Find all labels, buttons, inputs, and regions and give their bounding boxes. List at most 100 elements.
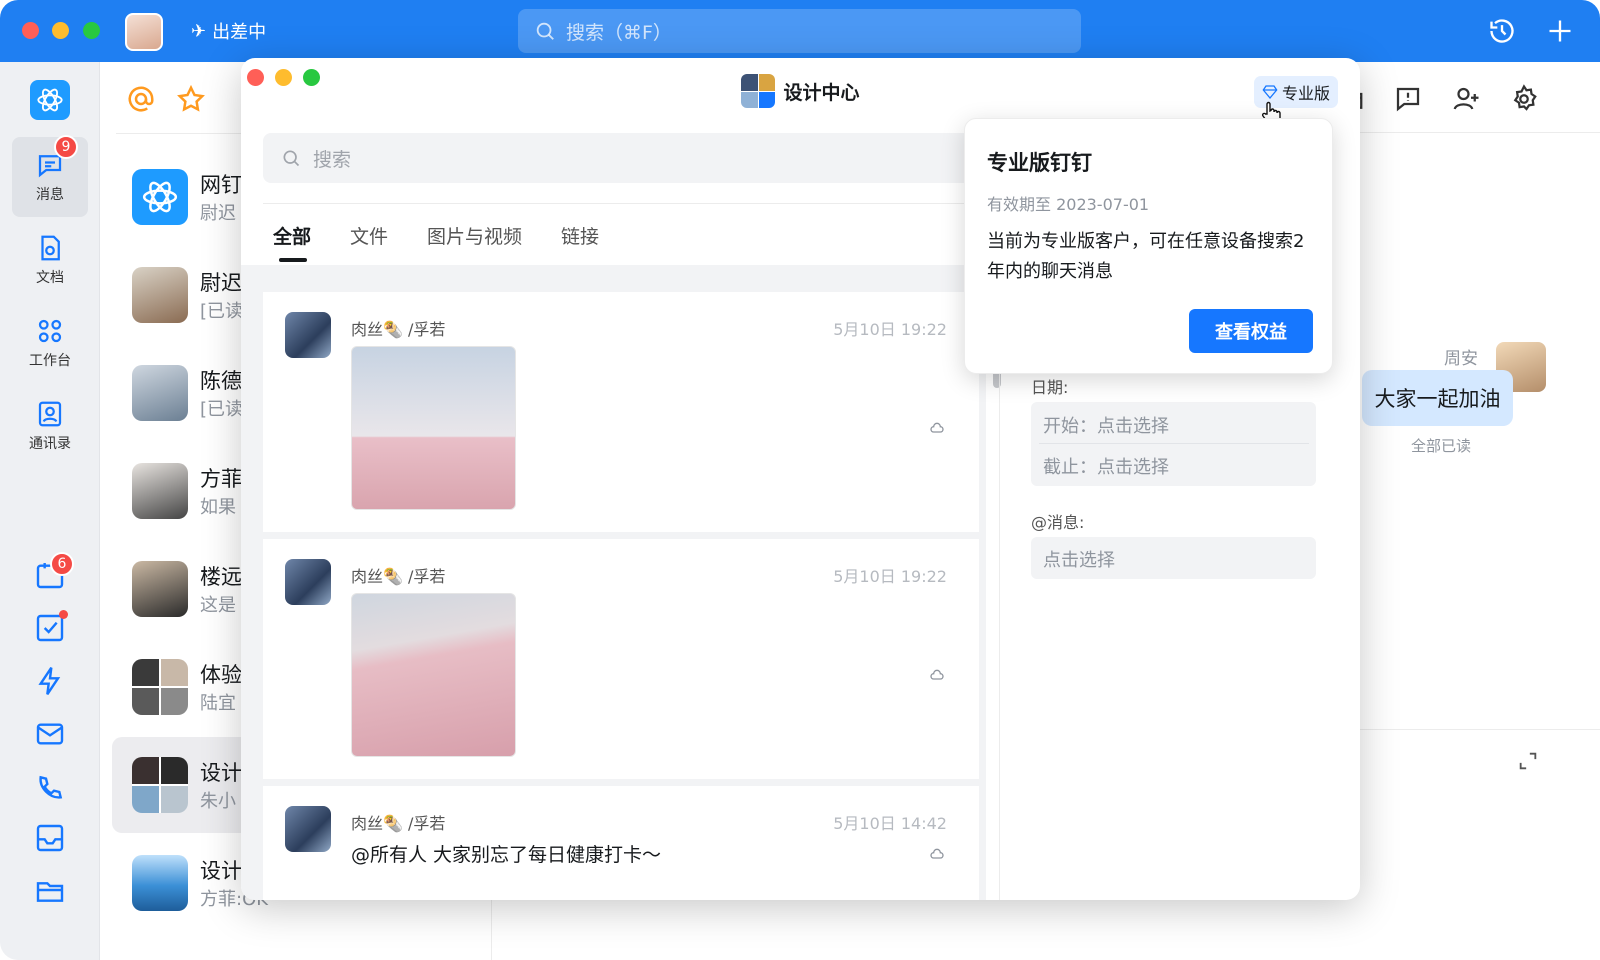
chat-preview: [已读	[200, 399, 244, 420]
sender-name: 周安	[1444, 349, 1478, 369]
mention-select[interactable]: 点击选择	[1031, 537, 1316, 579]
chat-preview: 尉迟	[200, 203, 236, 224]
lightning-icon[interactable]	[34, 665, 66, 697]
date-end-field[interactable]: 截止：点击选择	[1043, 453, 1169, 479]
group-search-input[interactable]: 搜索	[263, 133, 983, 183]
result-image[interactable]	[351, 593, 516, 757]
add-member-icon[interactable]	[1451, 84, 1481, 114]
nav-contacts-label: 通讯录	[29, 436, 71, 452]
date-filter-label: 日期:	[1031, 378, 1069, 397]
status-label: 出差中	[212, 22, 267, 43]
result-card[interactable]: 肉丝🌯 /孚若 5月10日 19:22	[263, 292, 979, 532]
cloud-icon[interactable]	[929, 420, 945, 436]
nav-workbench[interactable]: 工作台	[12, 303, 88, 383]
result-sender: 肉丝🌯 /孚若	[351, 320, 446, 339]
expand-icon[interactable]	[1517, 750, 1539, 772]
atom-icon	[142, 181, 178, 213]
chat-avatar	[132, 463, 188, 519]
atom-icon	[37, 88, 63, 112]
result-text: @所有人 大家别忘了每日健康打卡～	[351, 844, 662, 866]
tab-all[interactable]: 全部	[273, 222, 311, 249]
chat-name: 陈德	[200, 369, 242, 393]
status-indicator[interactable]: ✈ 出差中	[191, 18, 266, 44]
chat-avatar	[132, 365, 188, 421]
tab-links[interactable]: 链接	[561, 222, 599, 249]
result-time: 5月10日 19:22	[833, 567, 947, 586]
date-range-box: 开始：点击选择 截止：点击选择	[1031, 402, 1316, 486]
tab-files[interactable]: 文件	[350, 222, 388, 249]
chat-preview: 朱小	[200, 791, 236, 812]
chat-name: 体验	[200, 663, 242, 687]
gear-icon[interactable]	[1509, 84, 1539, 114]
document-icon	[41, 235, 60, 261]
date-start-field[interactable]: 开始：点击选择	[1043, 412, 1169, 438]
my-avatar[interactable]	[125, 13, 163, 51]
result-time: 5月10日 19:22	[833, 320, 947, 339]
date-box-divider	[1039, 443, 1309, 444]
top-bar: ✈ 出差中 搜索（⌘F）	[0, 0, 1600, 62]
results-list: 肉丝🌯 /孚若 5月10日 19:22 肉丝🌯 /孚若 5月10日 19:22 …	[241, 265, 986, 900]
result-avatar	[285, 806, 331, 852]
inbox-icon[interactable]	[34, 822, 66, 854]
group-avatar	[741, 74, 776, 108]
chat-avatar	[132, 561, 188, 617]
nav-docs-label: 文档	[36, 270, 64, 286]
chat-name: 尉迟	[200, 271, 242, 295]
pro-edition-popover: 专业版钉钉 有效期至 2023-07-01 当前为专业版客户，可在任意设备搜索2…	[964, 118, 1333, 374]
chat-preview: [已读	[200, 301, 244, 322]
grid-icon	[38, 319, 62, 343]
mail-icon[interactable]	[34, 718, 66, 750]
result-sender: 肉丝🌯 /孚若	[351, 814, 446, 833]
star-icon[interactable]	[176, 84, 206, 114]
chat-avatar	[132, 855, 188, 911]
nav-docs[interactable]: 文档	[12, 220, 88, 300]
nav-messages[interactable]: 消息 9	[12, 135, 88, 217]
chat-name: 设计	[200, 859, 242, 883]
mention-filter-label: @消息:	[1031, 513, 1085, 532]
result-card[interactable]: 肉丝🌯 /孚若 5月10日 19:22	[263, 539, 979, 779]
maximize-window-button[interactable]	[83, 22, 100, 39]
folder-icon[interactable]	[34, 874, 66, 906]
todo-dot-badge	[59, 610, 68, 619]
chat-avatar	[132, 267, 188, 323]
chat-preview: 如果	[200, 497, 236, 518]
minimize-window-button[interactable]	[52, 22, 69, 39]
result-card[interactable]: 肉丝🌯 /孚若 5月10日 14:42 @所有人 大家别忘了每日健康打卡～	[263, 786, 979, 900]
popover-description: 当前为专业版客户，可在任意设备搜索2年内的聊天消息	[987, 231, 1305, 282]
messages-badge: 9	[54, 135, 78, 159]
result-avatar	[285, 312, 331, 358]
read-status: 全部已读	[1411, 437, 1472, 455]
view-benefits-button[interactable]: 查看权益	[1189, 309, 1313, 353]
chat-name: 方菲	[200, 467, 242, 491]
global-search-input[interactable]: 搜索（⌘F）	[518, 9, 1081, 53]
close-window-button[interactable]	[22, 22, 39, 39]
flag-message-icon[interactable]	[1393, 84, 1423, 114]
chat-preview: 这是	[200, 595, 236, 616]
plus-icon[interactable]	[1546, 17, 1574, 45]
result-image[interactable]	[351, 346, 516, 510]
result-avatar	[285, 559, 331, 605]
chat-avatar	[132, 169, 188, 225]
active-tab-indicator	[279, 258, 307, 262]
popover-title: 专业版钉钉	[987, 151, 1092, 175]
at-mention-icon[interactable]	[126, 84, 156, 114]
left-rail: 消息 9 文档 工作台 通讯录 6	[0, 62, 100, 960]
search-icon	[283, 150, 300, 167]
app-logo[interactable]	[30, 80, 70, 120]
chat-preview: 陆宜	[200, 693, 236, 714]
chat-name: 设计	[200, 761, 242, 785]
nav-messages-label: 消息	[36, 187, 64, 203]
history-icon[interactable]	[1488, 17, 1516, 45]
video-call-icon[interactable]	[34, 772, 66, 804]
message-bubble[interactable]: 大家一起加油	[1362, 370, 1513, 426]
nav-contacts[interactable]: 通讯录	[12, 386, 88, 466]
tab-media[interactable]: 图片与视频	[427, 222, 522, 249]
chat-name: 网钉	[200, 173, 242, 197]
popover-expiry: 有效期至 2023-07-01	[987, 195, 1150, 214]
chat-avatar	[132, 757, 188, 813]
global-search-placeholder: 搜索（⌘F）	[566, 21, 672, 44]
result-time: 5月10日 14:42	[833, 814, 947, 833]
cloud-icon[interactable]	[929, 846, 945, 862]
nav-workbench-label: 工作台	[29, 353, 71, 369]
cloud-icon[interactable]	[929, 667, 945, 683]
